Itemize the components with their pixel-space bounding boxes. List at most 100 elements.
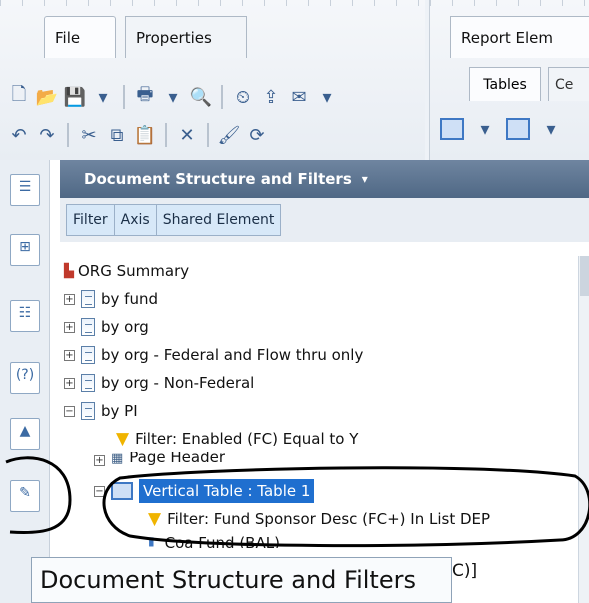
subtab-tables-label: Tables — [483, 76, 527, 93]
document-icon[interactable]: ☰ — [10, 174, 40, 206]
format-painter-icon[interactable]: 🖌 — [218, 124, 241, 146]
expand-icon[interactable]: + — [64, 377, 75, 389]
tree-item[interactable]: + by fund — [64, 286, 158, 312]
tree-item[interactable]: + by org - Non-Federal — [64, 370, 254, 396]
redo-icon[interactable]: ↷ — [36, 124, 58, 146]
chevron-down-icon[interactable]: ▾ — [362, 172, 368, 186]
delete-icon[interactable]: ✕ — [176, 124, 198, 146]
report-page-icon — [81, 402, 95, 420]
truncated-text: C)] — [452, 561, 478, 581]
report-page-icon — [81, 374, 95, 392]
help-icon[interactable]: (?) — [10, 362, 40, 394]
tree-column-label: Coa Fund (BAL) — [164, 534, 280, 548]
subtab-ce[interactable]: Ce — [548, 67, 589, 101]
ruler — [430, 0, 589, 6]
tree-item[interactable]: − by PI — [64, 398, 138, 424]
panel-header[interactable]: Document Structure and Filters ▾ — [60, 160, 589, 198]
filter-funnel-icon: ▼ — [116, 429, 130, 449]
ribbon-left: File Properties 🗋 📂 💾 ▾ 🖶 ▾ 🔍 ⏲ ⇪ ✉ ▾ ↶ … — [0, 0, 425, 160]
tree-vertical-table[interactable]: − Vertical Table : Table 1 — [94, 478, 315, 504]
cut-icon[interactable]: ✂ — [78, 124, 100, 146]
tree-item-label: by PI — [101, 402, 138, 420]
tab-file-label: File — [55, 28, 81, 47]
tooltip: Document Structure and Filters — [31, 557, 452, 603]
tree-column[interactable]: ▮ Coa Fund (BAL) — [148, 534, 280, 548]
tree-item-label: by org - Federal and Flow thru only — [101, 346, 364, 364]
tab-properties[interactable]: Properties — [125, 16, 247, 58]
scrollbar-thumb[interactable] — [580, 256, 589, 296]
document-structure-panel: Document Structure and Filters ▾ Filter … — [60, 160, 589, 603]
filter-funnel-icon: ▼ — [148, 509, 162, 529]
tree-filter-label: Filter: Fund Sponsor Desc (FC+) In List … — [167, 510, 491, 528]
subtab-tables[interactable]: Tables — [469, 67, 541, 101]
tree-vertical-table-label: Vertical Table : Table 1 — [139, 479, 315, 503]
tree-item[interactable]: + by org - Federal and Flow thru only — [64, 342, 363, 368]
ruler — [0, 0, 425, 6]
dropdown-arrow-icon[interactable]: ▾ — [92, 86, 114, 108]
export-icon[interactable]: ⇪ — [260, 86, 282, 108]
toolbar-file: 🗋 📂 💾 ▾ 🖶 ▾ 🔍 ⏲ ⇪ ✉ ▾ — [8, 80, 338, 114]
report-element-tools: ▾ ▾ — [440, 118, 562, 140]
tree-page-header-label: Page Header — [129, 452, 225, 466]
new-document-icon[interactable]: 🗋 — [8, 84, 30, 108]
tab-file[interactable]: File — [44, 16, 116, 58]
structure-icon[interactable]: ⊞ — [10, 234, 40, 266]
panel-title: Document Structure and Filters — [84, 170, 352, 188]
insert-column-icon[interactable] — [506, 118, 530, 140]
list-icon[interactable]: ☷ — [10, 300, 40, 332]
tree-filter-label: Filter: Enabled (FC) Equal to Y — [135, 430, 359, 448]
axis-tab[interactable]: Axis — [115, 205, 157, 235]
separator — [207, 123, 209, 147]
open-folder-icon[interactable]: 📂 — [36, 86, 58, 108]
report-icon: ▙ — [64, 263, 74, 279]
tab-properties-label: Properties — [136, 28, 212, 47]
tree-item-label: by fund — [101, 290, 158, 308]
vertical-scrollbar[interactable] — [578, 256, 589, 603]
tree-item[interactable]: + by org — [64, 314, 149, 340]
column-icon: ▮ — [148, 534, 155, 548]
expand-icon[interactable]: + — [64, 293, 75, 305]
tree-filter[interactable]: ▼ Filter: Enabled (FC) Equal to Y — [116, 426, 358, 452]
print-icon[interactable]: 🖶 — [134, 84, 156, 108]
track-changes-icon[interactable]: ⏲ — [232, 86, 254, 108]
save-icon[interactable]: 💾 — [64, 86, 86, 108]
separator — [67, 123, 69, 147]
dropdown-arrow-icon[interactable]: ▾ — [316, 86, 338, 108]
report-page-icon — [81, 290, 95, 308]
side-toolbar: ☰ ⊞ ☷ (?) ▲ ✎ — [0, 160, 50, 603]
picture-icon[interactable]: ▲ — [10, 418, 40, 450]
separator — [165, 123, 167, 147]
paste-icon[interactable]: 📋 — [134, 124, 156, 146]
dropdown-arrow-icon[interactable]: ▾ — [474, 118, 496, 140]
tooltip-text: Document Structure and Filters — [40, 566, 416, 594]
tree-page-header[interactable]: + ▦ Page Header — [94, 452, 225, 466]
tab-report-elements-label: Report Elem — [461, 28, 553, 47]
tab-report-elements[interactable]: Report Elem — [450, 16, 589, 58]
toolbar-edit: ↶ ↷ ✂ ⧉ 📋 ✕ 🖌 ⟳ — [8, 118, 268, 152]
insert-table-icon[interactable] — [440, 118, 464, 140]
refresh-icon[interactable]: ⟳ — [246, 124, 268, 146]
undo-icon[interactable]: ↶ — [8, 124, 30, 146]
dropdown-arrow-icon[interactable]: ▾ — [162, 86, 184, 108]
table-icon — [111, 482, 133, 500]
expand-icon[interactable]: + — [64, 349, 75, 361]
collapse-icon[interactable]: − — [64, 405, 75, 417]
expand-icon[interactable]: + — [64, 321, 75, 333]
tree-item-label: by org — [101, 318, 149, 336]
filter-tab[interactable]: Filter — [67, 205, 115, 235]
shared-element-tab[interactable]: Shared Element — [157, 205, 281, 235]
tree-root[interactable]: ▙ ORG Summary — [64, 258, 189, 284]
page-header-icon: ▦ — [111, 452, 124, 466]
collapse-icon[interactable]: − — [94, 485, 105, 497]
tree-filter[interactable]: ▼ Filter: Fund Sponsor Desc (FC+) In Lis… — [148, 506, 490, 532]
copy-icon[interactable]: ⧉ — [106, 124, 128, 146]
subtab-ce-label: Ce — [555, 76, 574, 93]
email-icon[interactable]: ✉ — [288, 86, 310, 108]
dropdown-arrow-icon[interactable]: ▾ — [540, 118, 562, 140]
ribbon: File Properties 🗋 📂 💾 ▾ 🖶 ▾ 🔍 ⏲ ⇪ ✉ ▾ ↶ … — [0, 0, 589, 160]
separator — [221, 85, 223, 109]
expand-icon[interactable]: + — [94, 455, 105, 466]
find-icon[interactable]: 🔍 — [190, 86, 212, 108]
edit-document-icon[interactable]: ✎ — [10, 480, 40, 512]
tree-item-label: by org - Non-Federal — [101, 374, 255, 392]
